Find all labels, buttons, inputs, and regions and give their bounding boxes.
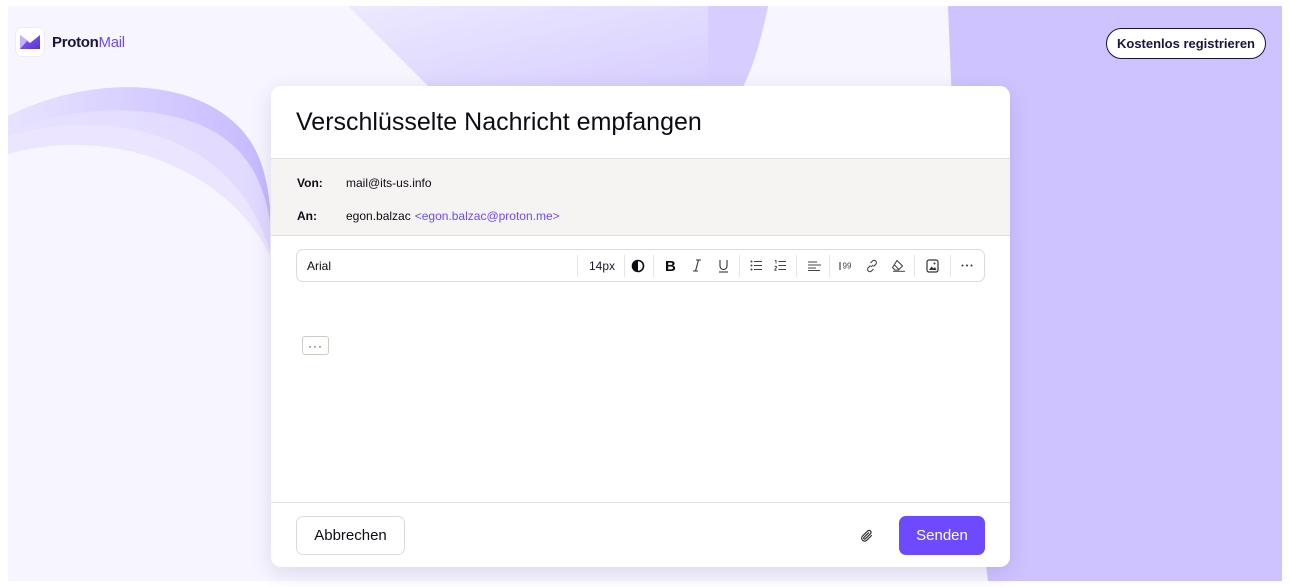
from-row: Von: mail@its-us.info [297, 176, 432, 190]
bold-icon[interactable]: B [661, 250, 681, 281]
logo-wordmark: ProtonMail [52, 34, 125, 51]
contrast-icon[interactable] [627, 250, 649, 281]
bulleted-list-icon[interactable] [747, 250, 765, 281]
italic-icon[interactable] [688, 250, 706, 281]
to-row: An: egon.balzac <egon.balzac@proton.me> [297, 209, 560, 223]
underline-icon[interactable] [714, 250, 732, 281]
toolbar-divider [914, 255, 915, 277]
font-family-select[interactable]: Arial [307, 259, 567, 273]
message-card: Verschlüsselte Nachricht empfangen Von: … [271, 86, 1010, 567]
from-value: mail@its-us.info [346, 176, 432, 190]
to-label: An: [297, 209, 317, 223]
clear-formatting-icon[interactable] [888, 250, 908, 281]
footer-divider [271, 502, 1010, 503]
toolbar-divider [577, 255, 578, 277]
svg-text:99: 99 [843, 261, 852, 270]
more-options-icon[interactable] [957, 250, 977, 281]
svg-text:B: B [665, 259, 676, 272]
toolbar-divider [796, 255, 797, 277]
editor-toolbar: Arial 14px B 99 [296, 249, 985, 282]
to-address: <egon.balzac@proton.me> [414, 209, 560, 223]
align-left-icon[interactable] [805, 250, 823, 281]
toolbar-divider [950, 255, 951, 277]
toolbar-divider [653, 255, 654, 277]
from-label: Von: [297, 176, 323, 190]
proton-logo-icon [16, 28, 44, 56]
send-button[interactable]: Senden [899, 516, 985, 555]
toolbar-divider [624, 255, 625, 277]
logo-brand: Proton [52, 33, 99, 51]
register-free-button[interactable]: Kostenlos registrieren [1106, 28, 1266, 59]
blockquote-icon[interactable]: 99 [836, 250, 854, 281]
numbered-list-icon[interactable] [771, 250, 789, 281]
page-title: Verschlüsselte Nachricht empfangen [296, 108, 702, 136]
link-icon[interactable] [863, 250, 881, 281]
insert-image-icon[interactable] [922, 250, 942, 281]
proton-mail-logo[interactable]: ProtonMail [16, 28, 125, 56]
toolbar-divider [739, 255, 740, 277]
logo-product: Mail [98, 33, 126, 51]
cancel-button[interactable]: Abbrechen [296, 516, 405, 555]
to-name: egon.balzac [346, 209, 411, 223]
paperclip-icon[interactable] [855, 524, 879, 548]
message-meta: Von: mail@its-us.info An: egon.balzac <e… [271, 158, 1010, 236]
show-quoted-text-button[interactable]: ··· [302, 336, 329, 355]
toolbar-divider [829, 255, 830, 277]
font-size-select[interactable]: 14px [582, 250, 622, 281]
